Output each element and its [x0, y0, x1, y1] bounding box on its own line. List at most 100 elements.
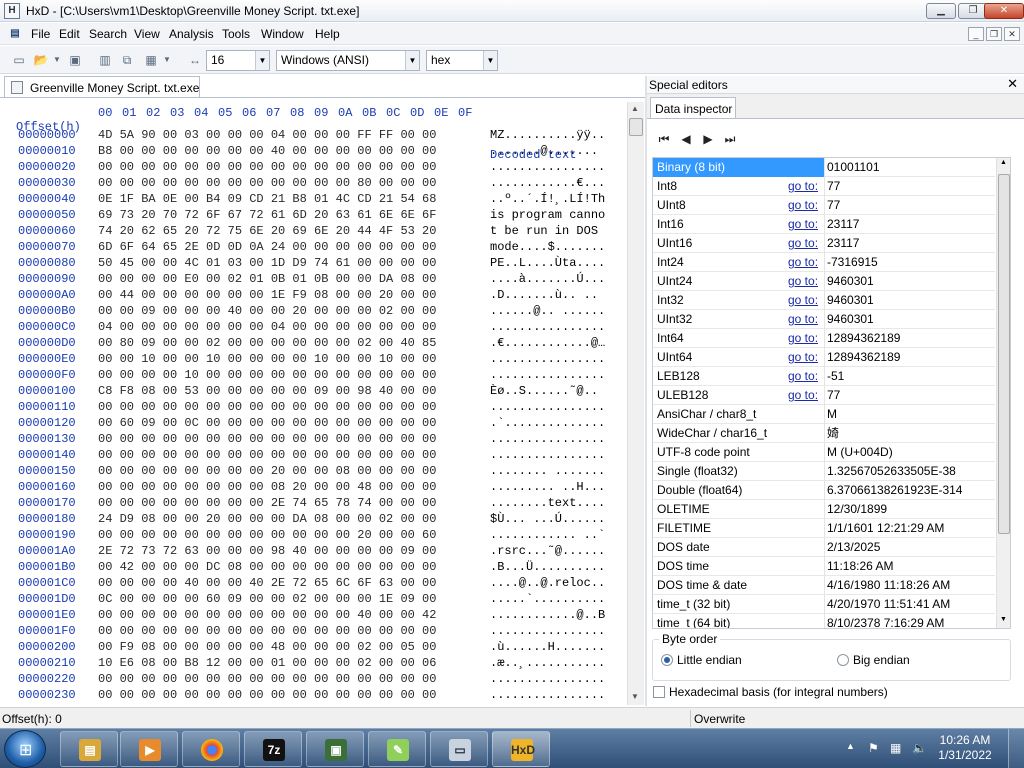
inspector-value[interactable]: 1/1/1601 12:21:29 AM — [827, 519, 944, 537]
row-bytes[interactable]: 00 00 00 00 10 00 00 00 00 00 00 00 00 0… — [98, 368, 436, 382]
hex-row[interactable]: 00000070 6D 6F 64 65 2E 0D 0D 0A 24 00 00… — [0, 240, 627, 256]
inspector-value[interactable]: 9460301 — [827, 291, 874, 309]
inspector-value[interactable]: 77 — [827, 196, 840, 214]
hex-row[interactable]: 00000210 10 E6 08 00 B8 12 00 00 01 00 00… — [0, 656, 627, 672]
mdi-restore-button[interactable]: ❐ — [986, 27, 1002, 41]
row-bytes[interactable]: 00 00 00 00 00 00 00 00 00 00 00 00 00 0… — [98, 160, 436, 174]
goto-link[interactable]: go to: — [788, 348, 818, 366]
open-folder-icon[interactable]: 📂 — [32, 51, 50, 69]
hex-row[interactable]: 000001C0 00 00 00 00 40 00 00 40 2E 72 65… — [0, 576, 627, 592]
bytes-per-row-select[interactable]: 16 ▼ — [206, 50, 270, 71]
goto-link[interactable]: go to: — [788, 177, 818, 195]
hex-row[interactable]: 00000050 69 73 20 70 72 6F 67 72 61 6D 20… — [0, 208, 627, 224]
inspector-row[interactable]: time_t (32 bit) 4/20/1970 11:51:41 AM — [653, 595, 995, 614]
hex-row[interactable]: 00000130 00 00 00 00 00 00 00 00 00 00 00… — [0, 432, 627, 448]
inspector-value[interactable]: 11:18:26 AM — [827, 557, 894, 575]
row-decoded-text[interactable]: ......... ..H... — [490, 480, 605, 494]
close-icon[interactable]: ✕ — [1007, 76, 1018, 92]
row-bytes[interactable]: 00 00 00 00 00 00 00 00 00 00 00 00 00 0… — [98, 448, 436, 462]
hex-row[interactable]: 000001E0 00 00 00 00 00 00 00 00 00 00 00… — [0, 608, 627, 624]
row-decoded-text[interactable]: ................ — [490, 672, 605, 686]
hex-row[interactable]: 00000010 B8 00 00 00 00 00 00 00 40 00 00… — [0, 144, 627, 160]
close-button[interactable]: ✕ — [984, 3, 1024, 19]
little-endian-radio[interactable] — [661, 654, 673, 666]
inspector-value[interactable]: 2/13/2025 — [827, 538, 880, 556]
taskbar-hxd[interactable]: HxD — [492, 731, 550, 767]
inspector-row[interactable]: DOS time 11:18:26 AM — [653, 557, 995, 576]
row-bytes[interactable]: 00 00 00 00 00 00 00 00 00 00 00 00 00 0… — [98, 432, 436, 446]
little-endian-label[interactable]: Little endian — [677, 653, 742, 667]
inspector-value[interactable]: -7316915 — [827, 253, 878, 271]
menu-search[interactable]: Search — [89, 27, 127, 41]
row-decoded-text[interactable]: ............ ..` — [490, 528, 605, 542]
taskbar-explorer[interactable]: ▤ — [60, 731, 118, 767]
hex-row[interactable]: 00000080 50 45 00 00 4C 01 03 00 1D D9 74… — [0, 256, 627, 272]
volume-icon[interactable]: 🔈 — [912, 741, 927, 755]
inspector-row[interactable]: FILETIME 1/1/1601 12:21:29 AM — [653, 519, 995, 538]
row-decoded-text[interactable]: Èø..S......˜@.. — [490, 384, 598, 398]
row-bytes[interactable]: 2E 72 73 72 63 00 00 00 98 40 00 00 00 0… — [98, 544, 436, 558]
hex-row[interactable]: 00000120 00 60 09 00 0C 00 00 00 00 00 00… — [0, 416, 627, 432]
hex-row[interactable]: 00000060 74 20 62 65 20 72 75 6E 20 69 6E… — [0, 224, 627, 240]
network-icon[interactable]: ▦ — [890, 741, 901, 755]
row-bytes[interactable]: 10 E6 08 00 B8 12 00 00 01 00 00 00 02 0… — [98, 656, 436, 670]
row-bytes[interactable]: 00 42 00 00 00 DC 08 00 00 00 00 00 00 0… — [98, 560, 436, 574]
clock[interactable]: 10:26 AM 1/31/2022 — [930, 733, 1000, 763]
scroll-up-icon[interactable]: ▲ — [1000, 159, 1007, 166]
start-button[interactable]: ⊞ — [4, 730, 46, 768]
charset-select[interactable]: Windows (ANSI) ▼ — [276, 50, 420, 71]
document-icon[interactable]: ▤ — [8, 26, 22, 41]
hex-row[interactable]: 00000020 00 00 00 00 00 00 00 00 00 00 00… — [0, 160, 627, 176]
big-endian-radio[interactable] — [837, 654, 849, 666]
taskbar-monitor[interactable]: ▣ — [306, 731, 364, 767]
hex-row[interactable]: 00000150 00 00 00 00 00 00 00 00 20 00 00… — [0, 464, 627, 480]
goto-link[interactable]: go to: — [788, 253, 818, 271]
inspector-value[interactable]: 婍 — [827, 424, 839, 442]
row-bytes[interactable]: 00 00 09 00 00 00 40 00 00 20 00 00 00 0… — [98, 304, 436, 318]
hex-row[interactable]: 00000200 00 F9 08 00 00 00 00 00 48 00 00… — [0, 640, 627, 656]
previous-icon[interactable]: ◀ — [677, 131, 695, 147]
goto-link[interactable]: go to: — [788, 329, 818, 347]
row-bytes[interactable]: 00 00 00 00 00 00 00 00 20 00 00 08 00 0… — [98, 464, 436, 478]
inspector-value[interactable]: 23117 — [827, 234, 859, 252]
row-decoded-text[interactable]: .B...Ü.......... — [490, 560, 605, 574]
taskbar-notepad-plus[interactable]: ✎ — [368, 731, 426, 767]
hex-scrollbar[interactable]: ▲ ▼ — [627, 102, 644, 705]
row-bytes[interactable]: 0E 1F BA 0E 00 B4 09 CD 21 B8 01 4C CD 2… — [98, 192, 436, 206]
show-desktop-button[interactable] — [1008, 729, 1024, 768]
row-decoded-text[interactable]: ................ — [490, 400, 605, 414]
inspector-row[interactable]: UInt24 go to: 9460301 — [653, 272, 995, 291]
hex-row[interactable]: 000001F0 00 00 00 00 00 00 00 00 00 00 00… — [0, 624, 627, 640]
hex-row[interactable]: 00000100 C8 F8 08 00 53 00 00 00 00 00 09… — [0, 384, 627, 400]
row-decoded-text[interactable]: ..º..´.Í!¸.LÍ!Th — [490, 192, 605, 206]
hex-row[interactable]: 000001D0 0C 00 00 00 00 60 09 00 00 02 00… — [0, 592, 627, 608]
inspector-row[interactable]: UInt8 go to: 77 — [653, 196, 995, 215]
hex-row[interactable]: 00000190 00 00 00 00 00 00 00 00 00 00 00… — [0, 528, 627, 544]
hex-row[interactable]: 000001B0 00 42 00 00 00 DC 08 00 00 00 00… — [0, 560, 627, 576]
hex-basis-checkbox[interactable] — [653, 686, 665, 698]
paste-dropdown-icon[interactable]: ▼ — [162, 51, 172, 69]
paste-icon[interactable]: ▦ — [142, 51, 160, 69]
inspector-value[interactable]: 12894362189 — [827, 329, 900, 347]
row-bytes[interactable]: 00 44 00 00 00 00 00 00 1E F9 08 00 00 2… — [98, 288, 436, 302]
row-bytes[interactable]: 00 00 10 00 00 10 00 00 00 00 10 00 00 1… — [98, 352, 436, 366]
inspector-value[interactable]: 4/20/1970 11:51:41 AM — [827, 595, 950, 613]
row-bytes[interactable]: B8 00 00 00 00 00 00 00 40 00 00 00 00 0… — [98, 144, 436, 158]
big-endian-label[interactable]: Big endian — [853, 653, 910, 667]
scroll-thumb[interactable] — [629, 118, 643, 136]
row-bytes[interactable]: 0C 00 00 00 00 60 09 00 00 02 00 00 00 1… — [98, 592, 436, 606]
flag-icon[interactable]: ⚑ — [868, 741, 879, 755]
row-bytes[interactable]: 00 00 00 00 00 00 00 00 00 00 00 00 00 0… — [98, 400, 436, 414]
inspector-value[interactable]: 9460301 — [827, 272, 874, 290]
row-decoded-text[interactable]: ................ — [490, 432, 605, 446]
row-bytes[interactable]: 50 45 00 00 4C 01 03 00 1D D9 74 61 00 0… — [98, 256, 436, 270]
goto-link[interactable]: go to: — [788, 196, 818, 214]
row-decoded-text[interactable]: ......@.. ...... — [490, 304, 605, 318]
inspector-value[interactable]: 6.37066138261923E-314 — [827, 481, 962, 499]
row-bytes[interactable]: 00 00 00 00 00 00 00 00 00 00 00 00 40 0… — [98, 608, 436, 622]
row-bytes[interactable]: 69 73 20 70 72 6F 67 72 61 6D 20 63 61 6… — [98, 208, 436, 222]
row-decoded-text[interactable]: $Ù... ...Ú...... — [490, 512, 605, 526]
row-decoded-text[interactable]: ................ — [490, 688, 605, 702]
open-dropdown-icon[interactable]: ▼ — [52, 51, 62, 69]
menu-help[interactable]: Help — [315, 27, 340, 41]
